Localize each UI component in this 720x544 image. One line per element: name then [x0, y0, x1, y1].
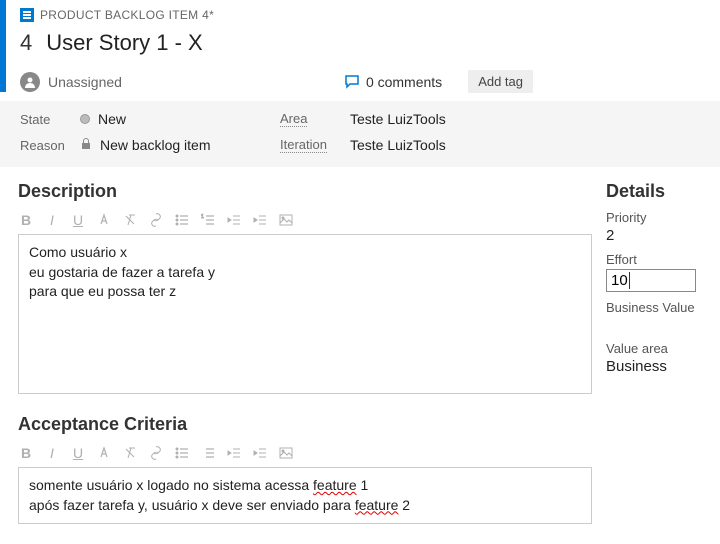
font-color-button[interactable] — [96, 212, 112, 228]
clear-format-button[interactable] — [122, 212, 138, 228]
svg-text:1: 1 — [201, 214, 204, 220]
comments-link[interactable]: 0 comments — [344, 74, 442, 90]
underline-button[interactable]: U — [70, 212, 86, 228]
acceptance-editor[interactable]: somente usuário x logado no sistema aces… — [18, 467, 592, 524]
state-field[interactable]: New — [80, 111, 280, 127]
outdent-button[interactable] — [226, 212, 242, 228]
description-line: eu gostaria de fazer a tarefa y — [29, 263, 581, 283]
pbi-icon — [20, 8, 34, 22]
person-icon — [20, 72, 40, 92]
lock-icon — [80, 137, 92, 153]
work-item-id: 4 — [20, 30, 32, 56]
accent-bar — [0, 0, 6, 92]
description-toolbar: B I U 1 — [18, 210, 592, 230]
description-editor[interactable]: Como usuário x eu gostaria de fazer a ta… — [18, 234, 592, 394]
iteration-field[interactable]: Teste LuizTools — [350, 137, 550, 153]
acceptance-heading: Acceptance Criteria — [18, 414, 592, 435]
link-button[interactable] — [148, 212, 164, 228]
details-heading: Details — [606, 181, 706, 202]
value-area-field[interactable]: Business — [606, 358, 706, 375]
bold-button[interactable]: B — [18, 445, 34, 461]
italic-button[interactable]: I — [44, 212, 60, 228]
work-item-type-row: PRODUCT BACKLOG ITEM 4* — [20, 8, 706, 22]
font-color-button[interactable] — [96, 445, 112, 461]
area-label: Area — [280, 111, 350, 127]
outdent-button[interactable] — [226, 445, 242, 461]
effort-input[interactable]: 10 — [606, 269, 696, 292]
priority-field[interactable]: 2 — [606, 227, 706, 244]
state-value: New — [98, 111, 126, 127]
reason-field[interactable]: New backlog item — [80, 137, 280, 153]
description-heading: Description — [18, 181, 592, 202]
meta-row: Unassigned 0 comments Add tag — [20, 70, 706, 101]
work-item-type-label: PRODUCT BACKLOG ITEM 4* — [40, 8, 214, 22]
bullet-list-button[interactable] — [174, 445, 190, 461]
area-field[interactable]: Teste LuizTools — [350, 111, 550, 127]
indent-button[interactable] — [252, 212, 268, 228]
assignee-label: Unassigned — [48, 74, 122, 90]
reason-value: New backlog item — [100, 137, 211, 153]
iteration-label: Iteration — [280, 137, 350, 153]
underline-button[interactable]: U — [70, 445, 86, 461]
work-item-title[interactable]: User Story 1 - X — [46, 30, 202, 56]
assignee-picker[interactable]: Unassigned — [20, 72, 122, 92]
image-button[interactable] — [278, 445, 294, 461]
number-list-button[interactable] — [200, 445, 216, 461]
business-value-label: Business Value — [606, 300, 706, 315]
clear-format-button[interactable] — [122, 445, 138, 461]
comment-icon — [344, 75, 360, 89]
italic-button[interactable]: I — [44, 445, 60, 461]
bold-button[interactable]: B — [18, 212, 34, 228]
state-dot-icon — [80, 114, 90, 124]
bullet-list-button[interactable] — [174, 212, 190, 228]
reason-label: Reason — [20, 138, 80, 153]
value-area-label: Value area — [606, 341, 706, 356]
classification-fields: State New Area Teste LuizTools Reason Ne… — [0, 101, 720, 167]
work-item-header: PRODUCT BACKLOG ITEM 4* 4 User Story 1 -… — [6, 0, 720, 101]
comments-count: 0 comments — [366, 74, 442, 90]
description-line: para que eu possa ter z — [29, 282, 581, 302]
add-tag-button[interactable]: Add tag — [468, 70, 533, 93]
number-list-button[interactable]: 1 — [200, 212, 216, 228]
effort-label: Effort — [606, 252, 706, 267]
description-line: Como usuário x — [29, 243, 581, 263]
acceptance-line: somente usuário x logado no sistema aces… — [29, 476, 581, 496]
indent-button[interactable] — [252, 445, 268, 461]
image-button[interactable] — [278, 212, 294, 228]
link-button[interactable] — [148, 445, 164, 461]
title-row[interactable]: 4 User Story 1 - X — [20, 30, 706, 56]
details-pane: Details Priority 2 Effort 10 Business Va… — [606, 181, 706, 524]
priority-label: Priority — [606, 210, 706, 225]
acceptance-line: após fazer tarefa y, usuário x deve ser … — [29, 496, 581, 516]
acceptance-toolbar: B I U — [18, 443, 592, 463]
state-label: State — [20, 112, 80, 127]
